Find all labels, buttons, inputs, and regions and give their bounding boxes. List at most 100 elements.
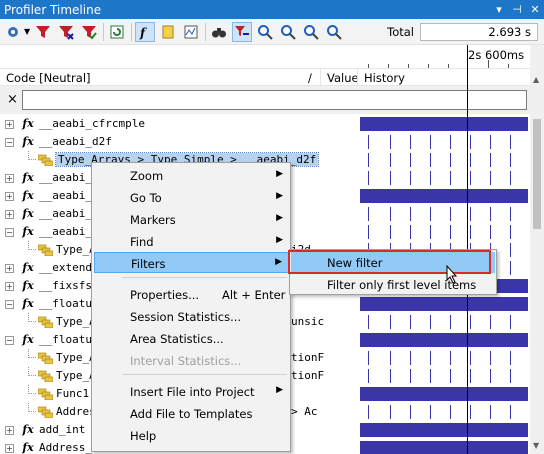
mouse-cursor-icon: [446, 265, 458, 284]
zoom-in-icon[interactable]: [255, 22, 275, 42]
column-divider[interactable]: [357, 69, 358, 86]
file-icon[interactable]: [158, 22, 178, 42]
expand-icon[interactable]: +: [5, 282, 14, 291]
zoom-out-icon[interactable]: [278, 22, 298, 42]
function-icon[interactable]: f: [135, 21, 156, 42]
menu-item-add-file-templates[interactable]: Add File to Templates: [94, 403, 289, 424]
menu-item-zoom[interactable]: Zoom ▶: [94, 165, 289, 186]
scroll-thumb[interactable]: [533, 119, 541, 229]
history-track[interactable]: [358, 171, 528, 185]
scroll-down-icon[interactable]: ▼: [533, 441, 539, 450]
filter-input[interactable]: [22, 90, 527, 110]
menu-item-session-statistics[interactable]: Session Statistics...: [94, 306, 289, 327]
menu-item-markers[interactable]: Markers ▶: [94, 209, 289, 230]
menu-item-insert-file[interactable]: Insert File into Project ▶: [94, 381, 289, 402]
menu-item-find[interactable]: Find ▶: [94, 231, 289, 252]
scroll-up-icon[interactable]: ▲: [533, 75, 539, 84]
zoom-fit-icon[interactable]: [301, 22, 321, 42]
filter-icon[interactable]: [33, 22, 53, 42]
menu-item-goto[interactable]: Go To ▶: [94, 187, 289, 208]
history-track[interactable]: [358, 225, 528, 239]
expand-icon[interactable]: +: [5, 192, 14, 201]
context-menu: Zoom ▶ Go To ▶ Markers ▶ Find ▶ Filters …: [91, 162, 291, 452]
history-track[interactable]: [358, 423, 528, 437]
history-track[interactable]: [358, 441, 528, 454]
history-mark: [390, 171, 391, 185]
clear-filter-icon[interactable]: ×: [7, 92, 18, 107]
time-ruler[interactable]: 2s 600ms: [358, 45, 528, 68]
filter-active-icon[interactable]: [232, 21, 253, 42]
collapse-icon[interactable]: −: [5, 228, 14, 237]
menu-item-label: Insert File into Project: [130, 385, 255, 399]
history-track[interactable]: [358, 387, 528, 401]
tree-row[interactable]: − fx __aeabi_d2f: [0, 133, 530, 151]
tree-row-label: __aeabi_d2f: [39, 135, 112, 148]
toolbar-separator: [131, 22, 133, 41]
history-track[interactable]: [358, 189, 528, 203]
history-mark: [430, 351, 431, 365]
expand-icon[interactable]: +: [5, 264, 14, 273]
history-track[interactable]: [358, 135, 528, 149]
function-icon: fx: [22, 135, 35, 149]
history-track[interactable]: [358, 351, 528, 365]
dropdown-icon[interactable]: ▾: [490, 3, 508, 16]
vertical-scrollbar[interactable]: ▲ ▼: [530, 45, 544, 454]
collapse-icon[interactable]: −: [5, 300, 14, 309]
history-mark: [368, 315, 369, 329]
zoom-reset-icon[interactable]: [324, 22, 344, 42]
menu-item-label: Find: [130, 235, 154, 249]
history-mark: [470, 315, 471, 329]
history-track[interactable]: [358, 297, 528, 311]
history-track[interactable]: [358, 153, 528, 167]
history-mark: [450, 351, 451, 365]
history-mark: [470, 171, 471, 185]
expand-icon[interactable]: +: [5, 426, 14, 435]
history-track[interactable]: [358, 207, 528, 221]
submenu-arrow-icon: ▶: [275, 257, 282, 267]
gear-icon[interactable]: [3, 22, 23, 42]
column-history[interactable]: History: [364, 71, 405, 85]
menu-item-label: Properties...: [130, 288, 200, 302]
history-mark: [368, 351, 369, 365]
refresh-icon[interactable]: [107, 22, 127, 42]
history-mark: [510, 351, 511, 365]
chevron-down-icon[interactable]: ▼: [24, 27, 30, 36]
submenu-arrow-icon: ▶: [276, 191, 283, 201]
close-icon[interactable]: ✕: [526, 3, 544, 16]
history-track[interactable]: [358, 333, 528, 347]
graph-icon[interactable]: [181, 22, 201, 42]
tree-connector: [28, 403, 36, 412]
history-track[interactable]: [358, 369, 528, 383]
binoculars-icon[interactable]: [209, 22, 229, 42]
history-track[interactable]: [358, 315, 528, 329]
tree-connector: [28, 385, 36, 394]
collapse-icon[interactable]: −: [5, 336, 14, 345]
menu-item-label: Add File to Templates: [130, 407, 253, 421]
history-track[interactable]: [358, 117, 528, 131]
menu-item-help[interactable]: Help: [94, 425, 289, 446]
history-mark: [490, 135, 491, 149]
history-mark: [470, 135, 471, 149]
filter-check-icon[interactable]: [79, 22, 99, 42]
expand-icon[interactable]: +: [5, 210, 14, 219]
column-sort[interactable]: /: [308, 71, 312, 85]
submenu-arrow-icon: ▶: [276, 213, 283, 223]
menu-item-properties[interactable]: Properties... Alt + Enter: [94, 284, 289, 305]
menu-item-filters[interactable]: Filters ▶: [94, 252, 289, 273]
function-icon: fx: [22, 189, 35, 203]
menu-item-area-statistics[interactable]: Area Statistics...: [94, 328, 289, 349]
history-mark: [390, 207, 391, 221]
pin-icon[interactable]: ⊣: [508, 3, 526, 16]
submenu-item-filter-first-level[interactable]: Filter only first level items: [291, 274, 495, 295]
column-divider[interactable]: [320, 69, 321, 86]
column-value[interactable]: Value: [327, 71, 359, 85]
expand-icon[interactable]: +: [5, 174, 14, 183]
filter-remove-icon[interactable]: [56, 22, 76, 42]
tree-row[interactable]: + fx __aeabi_cfrcmple: [0, 115, 530, 133]
history-track[interactable]: [358, 405, 528, 419]
column-code[interactable]: Code [Neutral]: [6, 71, 91, 85]
expand-icon[interactable]: +: [5, 444, 14, 453]
history-mark: [430, 207, 431, 221]
expand-icon[interactable]: +: [5, 120, 14, 129]
collapse-icon[interactable]: −: [5, 138, 14, 147]
